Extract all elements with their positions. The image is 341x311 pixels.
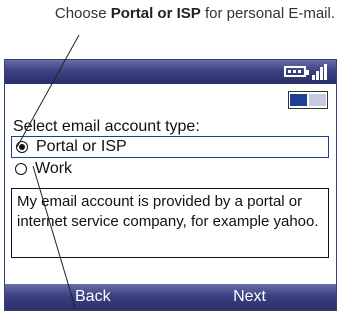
content-area: Select email account type: Portal or ISP… bbox=[5, 84, 336, 286]
description-box: My email account is provided by a portal… bbox=[11, 188, 329, 258]
softkey-bar: Back Next bbox=[5, 284, 336, 310]
option-work[interactable]: Work bbox=[11, 158, 329, 180]
radio-selected-icon bbox=[16, 141, 28, 153]
option-portal-isp[interactable]: Portal or ISP bbox=[11, 136, 329, 158]
callout-text: Choose Portal or ISP for personal E-mail… bbox=[35, 4, 335, 23]
signal-icon bbox=[312, 64, 328, 80]
status-bar bbox=[5, 60, 336, 84]
radio-unselected-icon bbox=[15, 163, 27, 175]
callout-prefix: Choose bbox=[54, 5, 111, 22]
callout-suffix: for personal E-mail. bbox=[200, 5, 335, 22]
battery-icon bbox=[284, 66, 309, 77]
back-softkey[interactable]: Back bbox=[75, 288, 111, 306]
phone-screen: Select email account type: Portal or ISP… bbox=[4, 59, 337, 311]
input-mode-indicator-icon bbox=[288, 91, 328, 109]
prompt-label: Select email account type: bbox=[13, 118, 200, 135]
next-softkey[interactable]: Next bbox=[233, 288, 266, 306]
option-label: Work bbox=[35, 160, 73, 177]
callout-emphasis: Portal or ISP bbox=[110, 5, 201, 22]
option-label: Portal or ISP bbox=[36, 138, 127, 155]
